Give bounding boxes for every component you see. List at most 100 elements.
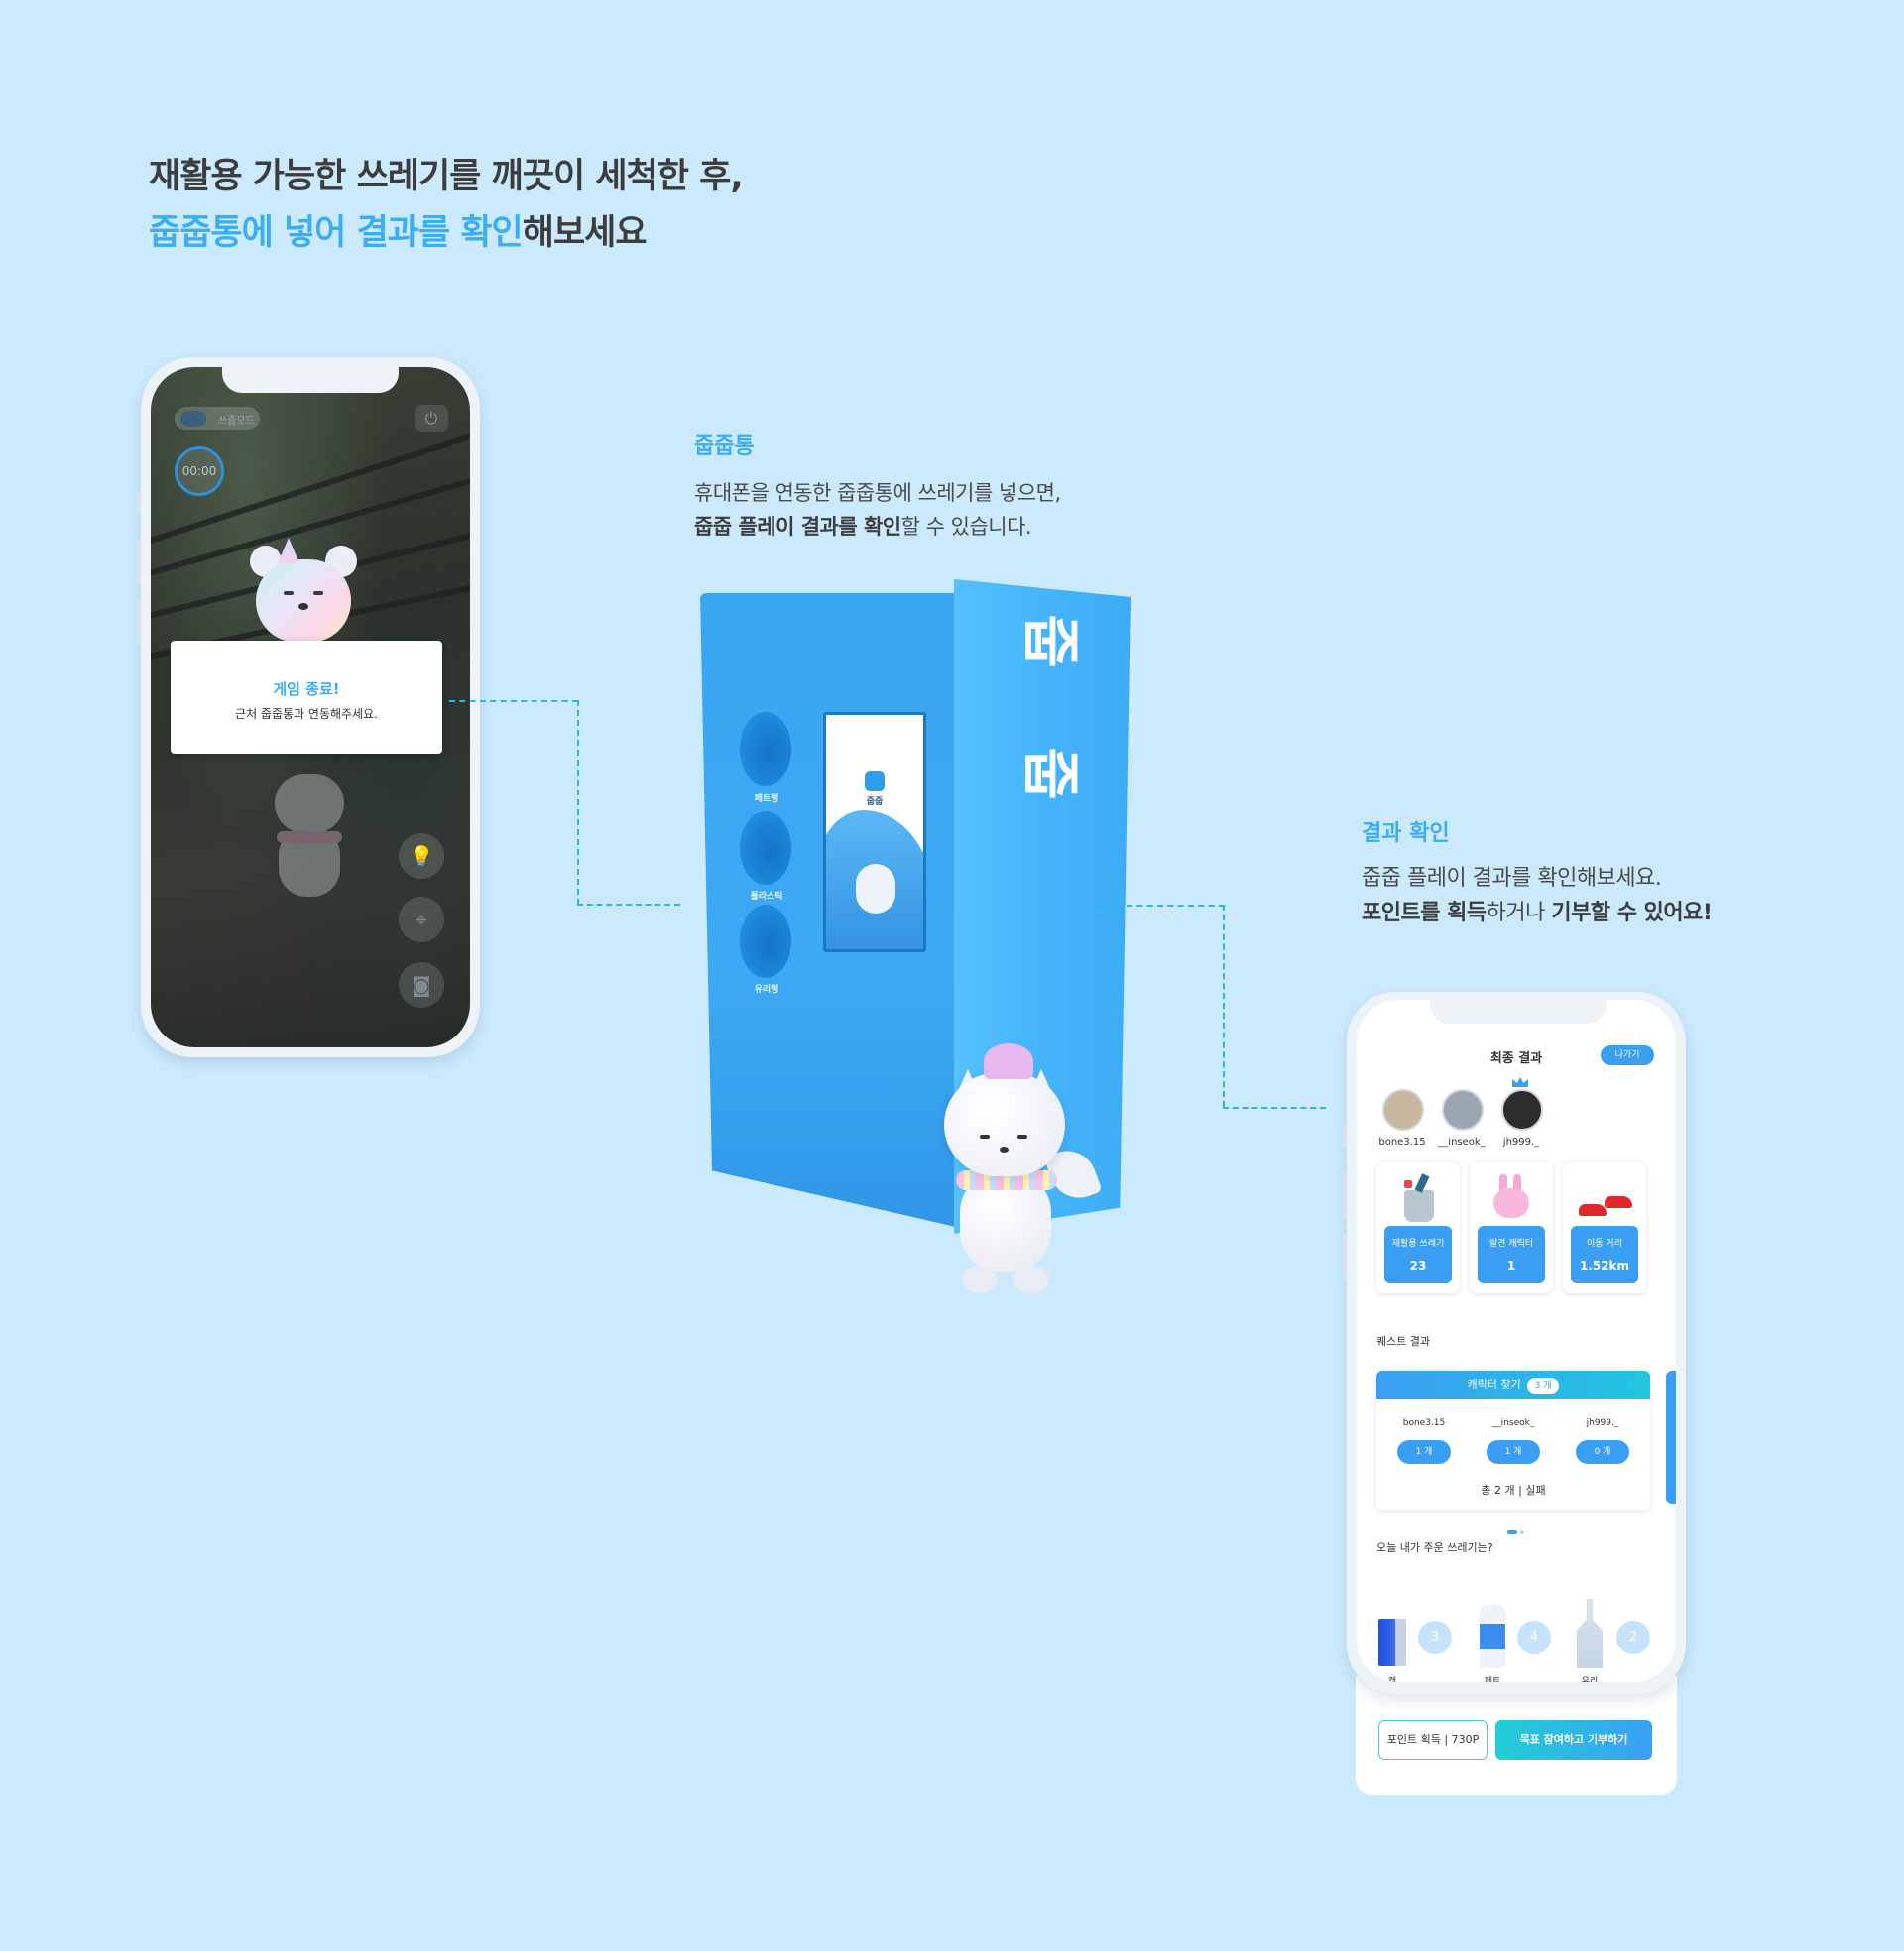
kiosk-label: 줍줍통 bbox=[694, 434, 755, 459]
quest-header: 캐릭터 찾기 3 개 bbox=[1376, 1371, 1650, 1399]
headline-rest: 해보세요 bbox=[522, 213, 648, 253]
kiosk-desc-bold: 줍줍 플레이 결과를 확인 bbox=[694, 515, 901, 539]
rabbit-character-icon bbox=[1491, 1174, 1531, 1222]
trash-slot-hole bbox=[740, 712, 791, 786]
quest-user: bone3.15 bbox=[1402, 1418, 1446, 1428]
stat-card-distance: 이동 거리 1.52km bbox=[1563, 1162, 1646, 1293]
avatar bbox=[1442, 1089, 1484, 1131]
trash-count: 4 bbox=[1517, 1621, 1551, 1654]
phone-side-button bbox=[1343, 1234, 1347, 1281]
result-desc-line1: 줍줍 플레이 결과를 확인해보세요. bbox=[1362, 866, 1662, 891]
quest-value-pill: 1 개 bbox=[1487, 1440, 1540, 1464]
result-label: 결과 확인 bbox=[1362, 821, 1450, 846]
trash-label: 페트 bbox=[1484, 1677, 1501, 1682]
avatar-name: __inseok_ bbox=[1438, 1137, 1486, 1148]
headline-highlight: 줍줍통에 넣어 결과를 확인 bbox=[149, 213, 524, 253]
trash-slot-hole bbox=[740, 905, 791, 978]
stat-card-character: 발견 캐릭터 1 bbox=[1470, 1162, 1553, 1293]
pet-bottle-icon bbox=[1480, 1605, 1505, 1668]
quest-count-badge: 3 개 bbox=[1526, 1378, 1560, 1394]
kiosk-desc-line2: 줍줍 플레이 결과를 확인할 수 있습니다. bbox=[694, 510, 1061, 544]
kiosk-desc-line1: 휴대폰을 연동한 줍줍통에 쓰레기를 넣으면, bbox=[694, 481, 1061, 505]
kiosk-letter: 줍 bbox=[1016, 747, 1084, 800]
kiosk-front: 페트병 플라스틱 유리병 줍줍 bbox=[700, 593, 960, 1228]
sneakers-icon bbox=[1579, 1174, 1632, 1222]
trash-slot-hole bbox=[740, 811, 791, 885]
map-pin-icon[interactable]: ⌖ bbox=[399, 897, 444, 942]
power-icon[interactable]: ⏻ bbox=[415, 405, 448, 432]
quest-title: 캐릭터 찾기 bbox=[1467, 1378, 1521, 1391]
right-phone-mockup: 최종 결과 나가기 bone3.15 __inseok_ jh999._ 재활용… bbox=[1343, 992, 1686, 1694]
quest-user: __inseok_ bbox=[1491, 1418, 1535, 1428]
trash-label: 유리 bbox=[1581, 1677, 1599, 1682]
result-desc-mid: 하거나 bbox=[1486, 901, 1552, 925]
quest-card: 캐릭터 찾기 3 개 bone3.15 __inseok_ jh999._ 1 개… bbox=[1376, 1371, 1650, 1510]
stat-label: 발견 캐릭터 bbox=[1488, 1239, 1534, 1249]
phone-notch bbox=[222, 367, 399, 393]
camera-icon[interactable]: ◙ bbox=[399, 962, 444, 1008]
stat-value: 1.52km bbox=[1579, 1259, 1630, 1273]
donate-button[interactable]: 목표 참여하고 기부하기 bbox=[1495, 1720, 1652, 1760]
glass-bottle-icon bbox=[1577, 1599, 1603, 1668]
popup-description: 근처 줍줍통과 연동해주세요. bbox=[235, 707, 378, 721]
quest-total: 총 2 개 | 실패 bbox=[1481, 1484, 1546, 1497]
result-description: 줍줍 플레이 결과를 확인해보세요. 포인트를 획득하거나 기부할 수 있어요! bbox=[1362, 861, 1713, 930]
mode-icon bbox=[180, 411, 206, 427]
connector-line bbox=[1096, 905, 1225, 907]
popup-title: 게임 종료! bbox=[273, 680, 340, 698]
avatar-name: jh999._ bbox=[1502, 1137, 1540, 1148]
trash-can-icon bbox=[1398, 1173, 1438, 1222]
page-headline: 재활용 가능한 쓰레기를 깨끗이 세척한 후, 줍줍통에 넣어 결과를 확인해보… bbox=[149, 149, 744, 262]
quest-section-title: 퀘스트 결과 bbox=[1376, 1335, 1431, 1348]
avatar-name: bone3.15 bbox=[1378, 1137, 1426, 1148]
can-icon bbox=[1378, 1619, 1406, 1666]
ar-bear-character bbox=[250, 538, 357, 643]
trash-label: 캔 bbox=[1387, 1677, 1397, 1682]
stat-label: 재활용 쓰레기 bbox=[1391, 1239, 1445, 1249]
result-screen: 최종 결과 나가기 bone3.15 __inseok_ jh999._ 재활용… bbox=[1357, 1000, 1676, 1682]
result-desc-bold2: 기부할 수 있어요! bbox=[1551, 901, 1713, 925]
slot-label: 페트병 bbox=[754, 794, 779, 804]
slot-label: 플라스틱 bbox=[750, 892, 783, 902]
trash-count: 3 bbox=[1418, 1621, 1452, 1654]
bear-character bbox=[856, 864, 895, 914]
quest-value-pill: 1 개 bbox=[1397, 1440, 1451, 1464]
timer: 00:00 bbox=[175, 446, 224, 496]
stat-value: 1 bbox=[1506, 1259, 1516, 1273]
carousel-dots[interactable] bbox=[1507, 1520, 1527, 1538]
mode-toggle[interactable]: 쓰줍모드 bbox=[175, 407, 260, 430]
connector-line bbox=[449, 700, 578, 702]
stat-card-recycle: 재활용 쓰레기 23 bbox=[1376, 1162, 1460, 1293]
kiosk-screen-logo: 줍줍 bbox=[866, 797, 884, 807]
headline-line1: 재활용 가능한 쓰레기를 깨끗이 세척한 후, bbox=[149, 157, 744, 196]
connector-line bbox=[1223, 1107, 1326, 1109]
avatar bbox=[1501, 1089, 1543, 1131]
trash-count: 2 bbox=[1616, 1621, 1650, 1654]
kiosk-description: 휴대폰을 연동한 줍줍통에 쓰레기를 넣으면, 줍줍 플레이 결과를 확인할 수… bbox=[694, 476, 1061, 544]
phone-side-button bbox=[1343, 1172, 1347, 1220]
connector-line bbox=[577, 700, 579, 905]
mode-label: 쓰줍모드 bbox=[218, 416, 255, 427]
quest-value-pill: 0 개 bbox=[1576, 1440, 1629, 1464]
phone-side-button bbox=[1343, 1127, 1347, 1149]
left-phone-mockup: 쓰줍모드 ⏻ 00:00 게임 종료! 근처 줍줍통과 연동해주세요. 💡 ⌖ … bbox=[137, 357, 480, 1057]
next-quest-card[interactable] bbox=[1666, 1371, 1676, 1504]
connector-line bbox=[577, 904, 680, 906]
hint-icon[interactable]: 💡 bbox=[399, 833, 444, 879]
phone-side-button bbox=[137, 492, 141, 514]
avatar bbox=[1382, 1089, 1424, 1131]
phone-notch bbox=[1430, 1000, 1606, 1024]
kiosk-letter: 줍 bbox=[1016, 614, 1084, 668]
result-desc-bold1: 포인트를 획득 bbox=[1362, 901, 1487, 925]
slot-label: 유리병 bbox=[754, 985, 779, 995]
point-button[interactable]: 포인트 획득 | 730P bbox=[1378, 1720, 1488, 1760]
phone-side-button bbox=[137, 540, 141, 585]
kiosk-screen: 줍줍 bbox=[823, 712, 926, 952]
exit-button[interactable]: 나가기 bbox=[1601, 1045, 1654, 1065]
stat-value: 23 bbox=[1409, 1259, 1427, 1273]
connector-line bbox=[1223, 905, 1225, 1107]
trash-section-title: 오늘 내가 주운 쓰레기는? bbox=[1376, 1541, 1493, 1554]
game-over-popup: 게임 종료! 근처 줍줍통과 연동해주세요. bbox=[171, 641, 442, 754]
jupjup-logo-icon bbox=[865, 771, 885, 791]
quest-user: jh999._ bbox=[1586, 1418, 1619, 1428]
